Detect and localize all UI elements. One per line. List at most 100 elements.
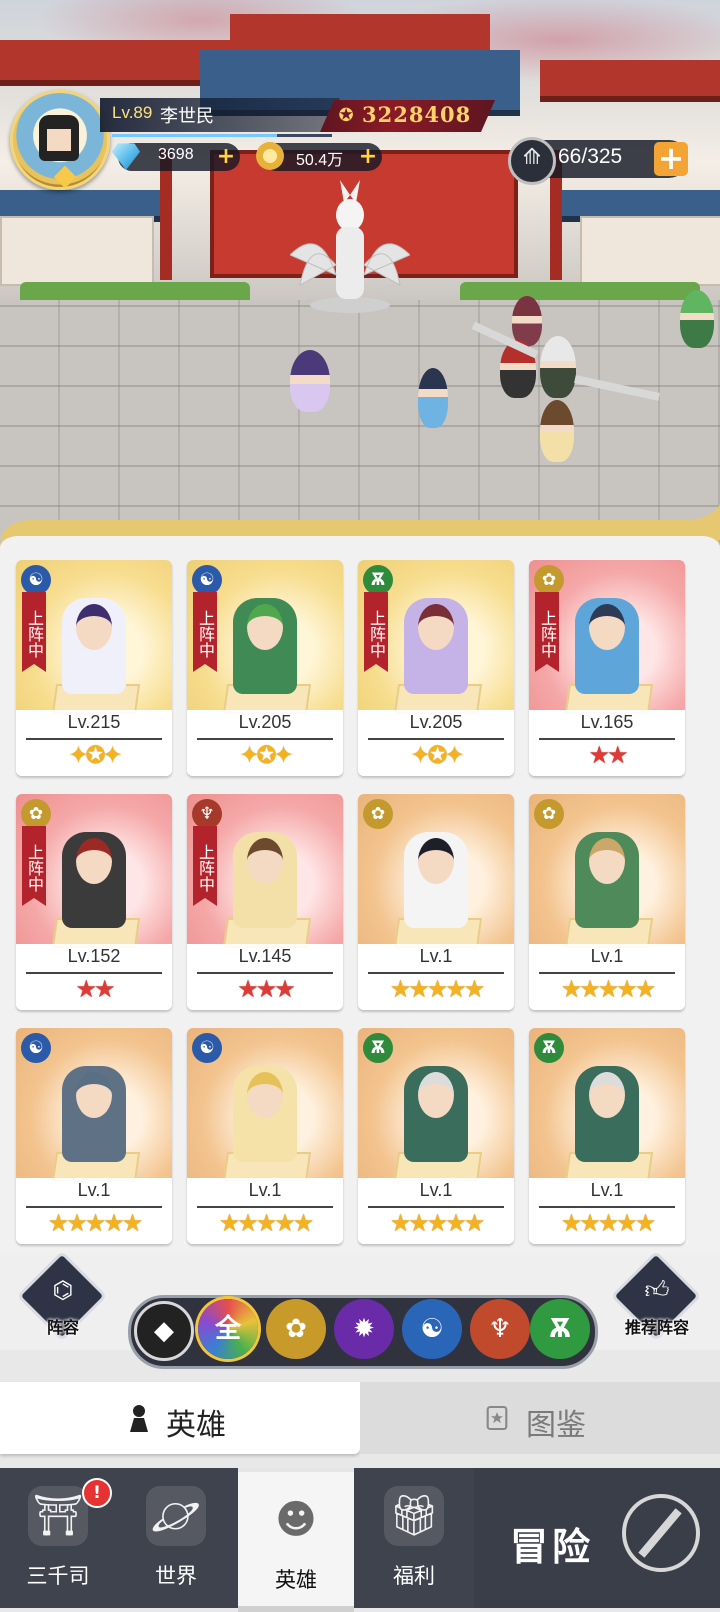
card-divider [197,738,333,740]
water-icon: ☯ [21,1033,51,1063]
card-divider [368,738,504,740]
hero-level: Lv.1 [419,1180,453,1200]
hero-portrait [62,598,126,694]
hero-sprite [680,290,714,348]
hero-stars: ★★★★★ [389,975,486,1003]
hero-stars: ★★★★★ [560,1209,657,1237]
stamina-icon [508,137,556,185]
player-xp-bar [112,134,332,137]
water-filter-icon[interactable]: ☯ [402,1299,462,1359]
player-avatar[interactable] [10,90,110,190]
hero-portrait [404,832,468,928]
formation-icon: ⌬ [52,1276,74,1304]
add-diamond-button[interactable]: + [216,146,236,168]
gift-box-icon: 🎁︎ [384,1486,444,1546]
hero-head-icon: ☻ [275,1497,317,1543]
gold-value: 50.4万 [296,152,344,169]
avatar-portrait [39,115,79,161]
nav-world[interactable]: 🪐︎ 世界 [118,1468,234,1608]
hero-card[interactable]: ☯ Lv.1 ★★★★★ [16,1028,172,1244]
nav-sanqiansi[interactable]: ⛩ ! 三千司 [0,1468,116,1608]
diamond-filter-icon[interactable]: ◆ [134,1301,194,1361]
formation-label: 阵容 [46,1318,79,1337]
power-icon: ✪ [338,105,354,126]
hero-card[interactable]: ☯ 上阵中 Lv.215 ✦✪✦ [16,560,172,776]
card-divider [539,738,675,740]
nav-adventure-label: 冒险 [510,1525,595,1569]
hero-stars: ★★ [588,741,628,769]
gold-counter: 50.4万 + [256,142,382,171]
hero-portrait [404,1066,468,1162]
hero-level: Lv.1 [419,946,453,966]
add-stamina-button[interactable]: + [654,142,688,176]
hero-stars: ✦✪✦ [239,741,293,769]
hero-level: Lv.1 [590,1180,624,1200]
hero-silhouette-icon [130,1405,148,1432]
codex-book-icon [486,1405,508,1431]
hero-portrait [233,1066,297,1162]
nature-filter-icon[interactable]: Ѫ [530,1299,590,1359]
card-divider [539,1206,675,1208]
fire-filter-icon[interactable]: ✹ [334,1299,394,1359]
hero-level: Lv.1 [77,1180,111,1200]
hero-level: Lv.1 [590,946,624,966]
hero-card[interactable]: ✿ 上阵中 Lv.152 ★★ [16,794,172,1010]
hero-card[interactable]: Ѫ Lv.1 ★★★★★ [358,1028,514,1244]
water-icon: ☯ [21,565,51,595]
light-icon: ✿ [534,565,564,595]
battle-scene [0,0,720,545]
hero-stars: ★★★★★ [47,1209,144,1237]
palace-icon: ⛩ [28,1486,88,1546]
tab-heroes[interactable]: 英雄 [0,1382,360,1454]
spirit-icon: ♆ [192,799,222,829]
hero-card[interactable]: ✿ Lv.1 ★★★★★ [358,794,514,1010]
spirit-filter-icon[interactable]: ♆ [470,1299,530,1359]
hero-card[interactable]: ♆ 上阵中 Lv.145 ★★★ [187,794,343,1010]
lotus-filter-icon[interactable]: ✿ [266,1299,326,1359]
player-level: Lv.89 [112,103,153,122]
hero-sprite [418,368,448,428]
recommend-formation-button[interactable]: 👍︎ 推荐阵容 [610,1250,702,1342]
nav-heroes-label: 英雄 [275,1568,317,1592]
hero-stars: ✦✪✦ [410,741,464,769]
add-gold-button[interactable]: + [358,146,378,168]
nature-icon: Ѫ [363,565,393,595]
diamond-counter: 3698 + [112,143,240,171]
hero-portrait [233,598,297,694]
hero-card[interactable]: ✿ 上阵中 Lv.165 ★★ [529,560,685,776]
recommend-label: 推荐阵容 [624,1318,689,1337]
all-filter[interactable]: 全 [198,1299,258,1359]
hero-portrait [404,598,468,694]
hero-stars: ✦✪✦ [68,741,122,769]
hero-stars: ★★★ [237,975,296,1003]
hero-card[interactable]: ☯ Lv.1 ★★★★★ [187,1028,343,1244]
tab-codex-label: 图鉴 [526,1408,586,1443]
water-icon: ☯ [192,565,222,595]
card-divider [26,972,162,974]
deployed-ribbon: 上阵中 [535,592,559,672]
tab-codex[interactable]: 图鉴 [360,1382,720,1454]
tab-heroes-label: 英雄 [166,1408,226,1443]
hero-level: Lv.1 [248,1180,282,1200]
nav-welfare[interactable]: 🎁︎ 福利 [356,1468,472,1608]
diamond-value: 3698 [158,146,194,163]
deployed-ribbon: 上阵中 [22,592,46,672]
hero-stars: ★★★★★ [389,1209,486,1237]
hero-card[interactable]: Ѫ 上阵中 Lv.205 ✦✪✦ [358,560,514,776]
fox-statue [290,180,410,313]
hero-card[interactable]: ☯ 上阵中 Lv.205 ✦✪✦ [187,560,343,776]
nav-adventure[interactable]: 冒险 [474,1468,720,1608]
hero-level: Lv.145 [238,946,292,966]
hero-card[interactable]: ✿ Lv.1 ★★★★★ [529,794,685,1010]
hero-sprite [540,336,576,398]
card-divider [26,738,162,740]
nature-icon: Ѫ [363,1033,393,1063]
nav-heroes[interactable]: ☻ 英雄 [238,1468,354,1612]
hero-sprite [512,296,542,346]
player-name: 李世民 [160,106,214,127]
hero-sprite [540,400,574,462]
formation-button[interactable]: ⌬ 阵容 [16,1250,108,1342]
thumbs-up-icon: 👍︎ [644,1276,670,1304]
hero-card[interactable]: Ѫ Lv.1 ★★★★★ [529,1028,685,1244]
hero-portrait [62,832,126,928]
